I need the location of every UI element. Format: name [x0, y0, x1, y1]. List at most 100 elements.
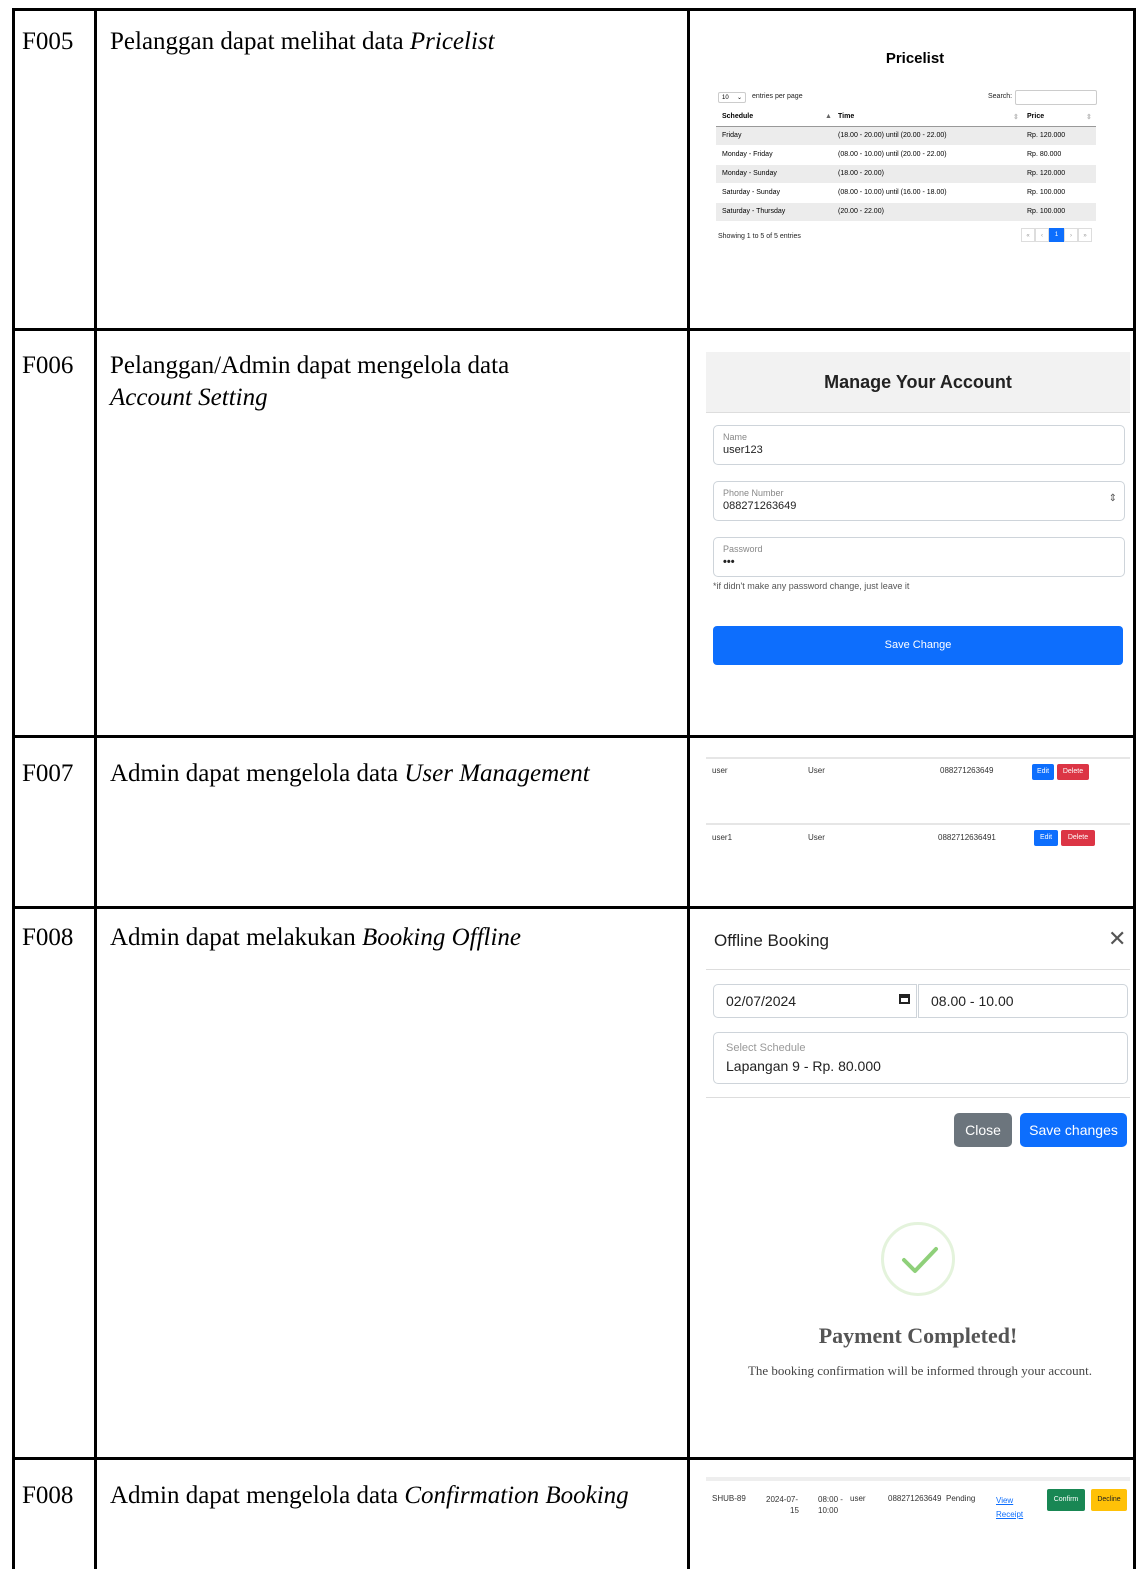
table-border-row3 [12, 906, 1136, 909]
edit-button[interactable]: Edit [1032, 764, 1054, 780]
cell-time: (08.00 - 10.00) until (20.00 - 22.00) [838, 151, 947, 158]
cell-schedule: Saturday - Thursday [722, 208, 786, 215]
password-value: ••• [723, 556, 735, 568]
time-input[interactable]: 08.00 - 10.00 [918, 984, 1128, 1018]
date-input[interactable]: 02/07/2024 [713, 984, 917, 1018]
table-border-mid2 [687, 8, 690, 1569]
table-border-row1 [12, 328, 1136, 331]
receipt-part1: View [996, 1496, 1014, 1505]
cell-time: (20.00 - 22.00) [838, 208, 884, 215]
save-changes-button[interactable]: Save changes [1020, 1113, 1127, 1147]
schedule-label: Select Schedule [726, 1042, 806, 1054]
row-code: F007 [22, 760, 74, 787]
booking-time: 08:00 - 10:00 [818, 1494, 843, 1516]
header-schedule[interactable]: Schedule [722, 113, 753, 120]
modal-header-divider [706, 969, 1130, 970]
row-description: Pelanggan/Admin dapat mengelola data Acc… [110, 350, 680, 414]
table-row: Monday - Sunday (18.00 - 20.00) Rp. 120.… [716, 165, 1096, 183]
password-hint: *if didn't make any password change, jus… [713, 581, 910, 591]
table-header: Schedule ▲ Time ⇕ Price ⇕ [716, 108, 1096, 127]
save-change-button[interactable]: Save Change [713, 626, 1123, 665]
name-field[interactable]: Name user123 [713, 425, 1125, 465]
sort-icon: ▲ [825, 113, 832, 120]
booking-user: user [850, 1494, 866, 1503]
view-receipt-link[interactable]: View Receipt [996, 1494, 1023, 1522]
search-input[interactable] [1015, 90, 1097, 105]
time-part2: 10:00 [818, 1506, 839, 1515]
row-divider [706, 757, 1130, 759]
row-description: Pelanggan dapat melihat data Pricelist [110, 26, 680, 58]
row-description: Admin dapat mengelola data Confirmation … [110, 1480, 680, 1512]
row-divider [706, 1477, 1130, 1481]
table-border-top [12, 8, 1136, 11]
table-row: Saturday - Thursday (20.00 - 22.00) Rp. … [716, 203, 1096, 221]
row-code: F008 [22, 924, 74, 951]
table-row: Monday - Friday (08.00 - 10.00) until (2… [716, 146, 1096, 164]
row-description: Admin dapat mengelola data User Manageme… [110, 758, 680, 790]
date-value: 02/07/2024 [726, 993, 797, 1009]
name-value: user123 [723, 444, 763, 456]
last-page-button[interactable]: » [1078, 228, 1092, 242]
desc-text: Admin dapat melakukan [110, 924, 363, 951]
pricelist-title: Pricelist [885, 50, 945, 67]
table-border-mid1 [94, 8, 97, 1569]
entries-select[interactable]: 10 ⌄ [718, 92, 746, 103]
modal-footer-divider [706, 1097, 1130, 1098]
desc-italic: Account Setting [110, 384, 268, 411]
decline-button[interactable]: Decline [1091, 1489, 1127, 1511]
cell-time: (18.00 - 20.00) [838, 170, 884, 177]
table-border-row2 [12, 735, 1136, 738]
phone-label: Phone Number [723, 488, 784, 498]
phone-value: 088271263649 [723, 500, 797, 512]
confirm-button[interactable]: Confirm [1047, 1489, 1085, 1511]
table-border-left [12, 8, 15, 1569]
name-label: Name [723, 432, 748, 442]
user-role: User [808, 766, 825, 775]
close-button[interactable]: Close [954, 1113, 1012, 1147]
password-field[interactable]: Password ••• [713, 537, 1125, 577]
cell-price: Rp. 120.000 [1027, 170, 1066, 177]
header-time[interactable]: Time [838, 113, 854, 120]
chevron-down-icon: ⌄ [736, 95, 742, 101]
desc-text: Pelanggan dapat melihat data [110, 28, 410, 55]
desc-text: Admin dapat mengelola data [110, 1482, 405, 1509]
desc-italic: Booking Offline [362, 924, 522, 951]
desc-text: Admin dapat mengelola data [110, 760, 405, 787]
user-username: user1 [712, 833, 733, 842]
user-phone: 088271263649 [940, 766, 994, 775]
booking-phone: 088271263649 [888, 1494, 942, 1503]
first-page-button[interactable]: « [1021, 228, 1035, 242]
time-part1: 08:00 - [818, 1495, 843, 1504]
cell-schedule: Saturday - Sunday [722, 189, 780, 196]
date-part2: 15 [790, 1506, 799, 1515]
phone-field[interactable]: Phone Number 088271263649 ⇕ [713, 481, 1125, 521]
calendar-icon[interactable] [899, 994, 910, 1004]
header-price[interactable]: Price [1027, 113, 1044, 120]
prev-page-button[interactable]: ‹ [1035, 228, 1049, 242]
schedule-select[interactable]: Select Schedule Lapangan 9 - Rp. 80.000 [713, 1032, 1128, 1084]
next-page-button[interactable]: › [1064, 228, 1078, 242]
number-stepper-icon[interactable]: ⇕ [1109, 493, 1117, 504]
cell-price: Rp. 100.000 [1027, 189, 1066, 196]
desc-italic: User Management [404, 760, 590, 787]
close-icon[interactable]: ✕ [1108, 926, 1126, 952]
cell-schedule: Monday - Sunday [722, 170, 777, 177]
time-value: 08.00 - 10.00 [931, 993, 1014, 1009]
password-label: Password [723, 544, 763, 554]
cell-price: Rp. 100.000 [1027, 208, 1066, 215]
table-border-row4 [12, 1457, 1136, 1460]
user-username: user [712, 766, 728, 775]
table-row: Saturday - Sunday (08.00 - 10.00) until … [716, 184, 1096, 202]
row-description: Admin dapat melakukan Booking Offline [110, 922, 680, 954]
delete-button[interactable]: Delete [1057, 764, 1089, 780]
entries-label: entries per page [752, 93, 803, 100]
table-row: Friday (18.00 - 20.00) until (20.00 - 22… [716, 127, 1096, 145]
receipt-part2: Receipt [996, 1510, 1024, 1519]
schedule-value: Lapangan 9 - Rp. 80.000 [726, 1058, 881, 1074]
page-button-active[interactable]: 1 [1049, 228, 1064, 242]
edit-button[interactable]: Edit [1034, 830, 1058, 846]
row-code: F008 [22, 1482, 74, 1509]
booking-date: 2024-07- 15 [766, 1494, 799, 1516]
desc-italic: Pricelist [409, 28, 495, 55]
delete-button[interactable]: Delete [1061, 830, 1095, 846]
